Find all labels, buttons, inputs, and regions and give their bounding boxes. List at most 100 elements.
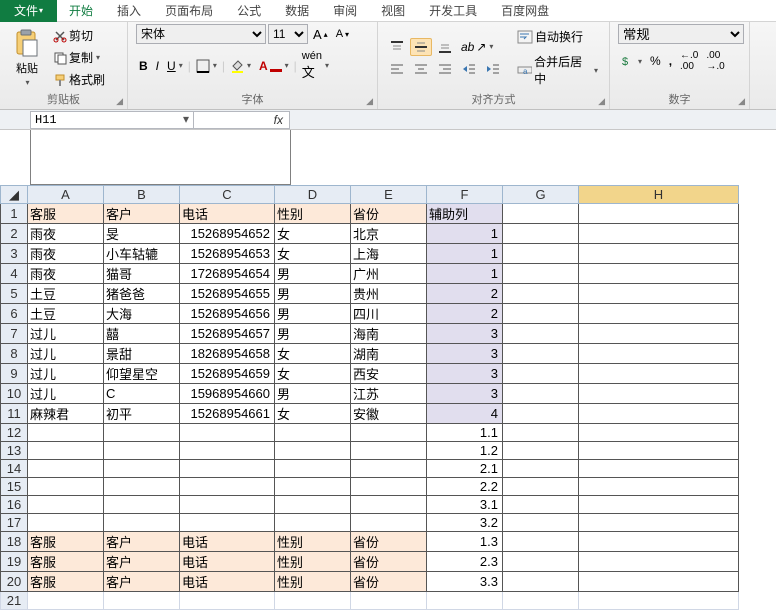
cell[interactable] [180, 442, 275, 460]
table-row[interactable]: 4雨夜猫哥17268954654男广州1 [1, 264, 739, 284]
underline-button[interactable]: U▾ [164, 57, 186, 75]
orientation-button[interactable]: ab↗▾ [458, 38, 496, 56]
cell[interactable]: 3 [427, 364, 503, 384]
row-header[interactable]: 19 [1, 552, 28, 572]
select-all-corner[interactable]: ◢ [1, 186, 28, 204]
worksheet-grid[interactable]: ◢ A B C D E F G H 1客服客户电话性别省份辅助列2雨夜旻1526… [0, 185, 776, 610]
dialog-launcher-icon[interactable]: ◢ [598, 96, 605, 107]
cell[interactable] [503, 514, 579, 532]
cell[interactable] [180, 496, 275, 514]
cell[interactable]: 15268954656 [180, 304, 275, 324]
cell[interactable] [351, 442, 427, 460]
cell[interactable]: 客服 [28, 572, 104, 592]
cell[interactable]: 仰望星空 [104, 364, 180, 384]
cell[interactable]: 北京 [351, 224, 427, 244]
cell[interactable]: 男 [275, 284, 351, 304]
align-middle-button[interactable] [410, 38, 432, 56]
row-header[interactable]: 3 [1, 244, 28, 264]
cell[interactable] [503, 384, 579, 404]
cell[interactable]: 女 [275, 344, 351, 364]
align-center-button[interactable] [410, 60, 432, 78]
italic-button[interactable]: I [153, 57, 162, 75]
wrap-text-button[interactable]: 自动换行 [514, 26, 601, 47]
row-header[interactable]: 18 [1, 532, 28, 552]
align-left-button[interactable] [386, 60, 408, 78]
cell[interactable] [503, 442, 579, 460]
cell[interactable] [579, 572, 739, 592]
cell[interactable]: 性别 [275, 532, 351, 552]
cell[interactable]: 性别 [275, 572, 351, 592]
cell[interactable] [104, 478, 180, 496]
col-header-C[interactable]: C [180, 186, 275, 204]
cell[interactable] [503, 324, 579, 344]
col-header-D[interactable]: D [275, 186, 351, 204]
cell[interactable]: 过儿 [28, 364, 104, 384]
cell[interactable]: C [104, 384, 180, 404]
font-color-button[interactable]: A▾ [256, 57, 292, 75]
cell[interactable] [104, 496, 180, 514]
cell[interactable]: 四川 [351, 304, 427, 324]
cell[interactable]: 雨夜 [28, 224, 104, 244]
cell[interactable] [503, 424, 579, 442]
cell[interactable] [503, 552, 579, 572]
cell[interactable]: 猪爸爸 [104, 284, 180, 304]
col-header-B[interactable]: B [104, 186, 180, 204]
decrease-indent-button[interactable] [458, 60, 480, 78]
phonetic-button[interactable]: wén文▾ [299, 48, 332, 83]
cell[interactable]: 2.2 [427, 478, 503, 496]
fill-color-button[interactable]: ▾ [227, 57, 254, 75]
cell[interactable]: 15268954661 [180, 404, 275, 424]
cell[interactable]: 男 [275, 304, 351, 324]
cell[interactable] [503, 478, 579, 496]
table-row[interactable]: 7过儿囍15268954657男海南3 [1, 324, 739, 344]
table-row[interactable]: 163.1 [1, 496, 739, 514]
cell[interactable]: 大海 [104, 304, 180, 324]
cell[interactable]: 贵州 [351, 284, 427, 304]
cell[interactable] [579, 304, 739, 324]
cell[interactable]: 3 [427, 344, 503, 364]
tab-review[interactable]: 审阅 [321, 0, 369, 22]
cell[interactable] [180, 478, 275, 496]
cell[interactable] [275, 442, 351, 460]
cell[interactable]: 土豆 [28, 304, 104, 324]
cell[interactable] [579, 478, 739, 496]
table-row[interactable]: 6土豆大海15268954656男四川2 [1, 304, 739, 324]
row-header[interactable]: 17 [1, 514, 28, 532]
cell[interactable] [579, 324, 739, 344]
cell[interactable] [351, 460, 427, 478]
tab-baidu[interactable]: 百度网盘 [489, 0, 561, 22]
tab-formula[interactable]: 公式 [225, 0, 273, 22]
row-header[interactable]: 15 [1, 478, 28, 496]
cell[interactable]: 女 [275, 244, 351, 264]
tab-data[interactable]: 数据 [273, 0, 321, 22]
cell[interactable]: 男 [275, 324, 351, 344]
col-header-E[interactable]: E [351, 186, 427, 204]
cell[interactable]: 4 [427, 404, 503, 424]
table-row[interactable]: 142.1 [1, 460, 739, 478]
cell[interactable]: 辅助列 [427, 204, 503, 224]
row-header[interactable]: 11 [1, 404, 28, 424]
cell[interactable]: 广州 [351, 264, 427, 284]
cell[interactable]: 1.1 [427, 424, 503, 442]
cell[interactable] [579, 404, 739, 424]
cell[interactable]: 2.3 [427, 552, 503, 572]
formula-input-area[interactable] [30, 130, 291, 185]
col-header-G[interactable]: G [503, 186, 579, 204]
cell[interactable] [579, 384, 739, 404]
table-row[interactable]: 121.1 [1, 424, 739, 442]
col-header-H[interactable]: H [579, 186, 739, 204]
cell[interactable]: 客户 [104, 532, 180, 552]
cell[interactable]: 1 [427, 244, 503, 264]
cell[interactable] [351, 592, 427, 610]
row-header[interactable]: 7 [1, 324, 28, 344]
cell[interactable]: 过儿 [28, 384, 104, 404]
col-header-F[interactable]: F [427, 186, 503, 204]
table-row[interactable]: 1客服客户电话性别省份辅助列 [1, 204, 739, 224]
cell[interactable]: 性别 [275, 552, 351, 572]
col-header-A[interactable]: A [28, 186, 104, 204]
number-format-select[interactable]: 常规 [618, 24, 744, 44]
cell[interactable]: 雨夜 [28, 264, 104, 284]
row-header[interactable]: 9 [1, 364, 28, 384]
cell[interactable] [503, 264, 579, 284]
cell[interactable] [503, 344, 579, 364]
